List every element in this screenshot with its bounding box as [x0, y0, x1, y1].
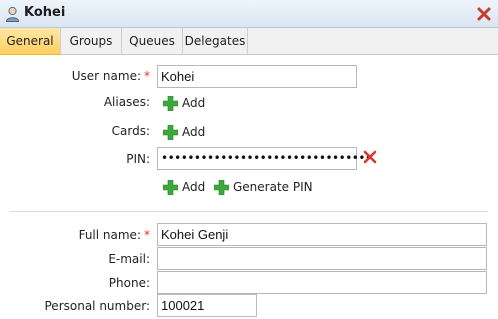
personal-number-label: Personal number:	[44, 299, 151, 313]
plus-icon	[163, 125, 178, 140]
pin-label: PIN:	[126, 152, 150, 166]
email-input[interactable]	[157, 247, 487, 270]
tab-queues[interactable]: Queues	[122, 28, 183, 55]
plus-icon	[163, 180, 178, 195]
close-icon[interactable]	[474, 4, 494, 24]
add-pin-label: Add	[182, 180, 206, 194]
phone-input[interactable]	[157, 271, 487, 294]
generate-pin-label: Generate PIN	[233, 180, 313, 194]
aliases-label: Aliases:	[103, 95, 150, 109]
tab-groups[interactable]: Groups	[61, 28, 122, 55]
generate-pin-button[interactable]: Generate PIN	[214, 179, 314, 197]
fullname-label-text: Full name:	[78, 228, 141, 242]
section-divider	[10, 211, 488, 212]
pin-input[interactable]: ••••••••••••••••••••••••••••••••	[157, 147, 372, 170]
window-titlebar: Kohei	[0, 0, 498, 28]
fullname-input[interactable]: Kohei Genji	[157, 223, 487, 246]
user-icon	[5, 6, 20, 22]
plus-icon	[214, 180, 229, 195]
add-alias-label: Add	[182, 96, 206, 110]
cards-label: Cards:	[111, 124, 150, 138]
username-label: User name: *	[2, 69, 150, 83]
add-card-label: Add	[182, 125, 206, 139]
plus-icon	[163, 96, 178, 111]
username-label-text: User name:	[71, 69, 141, 83]
delete-pin-icon[interactable]	[363, 150, 377, 164]
email-label: E-mail:	[108, 252, 150, 266]
tab-general[interactable]: General	[0, 28, 61, 55]
required-mark: *	[144, 69, 150, 83]
username-input[interactable]: Kohei	[157, 65, 357, 88]
personal-number-input[interactable]: 100021	[157, 294, 257, 317]
required-mark: *	[144, 228, 150, 242]
add-card-button[interactable]: Add	[163, 124, 213, 142]
window-title: Kohei	[24, 5, 66, 20]
phone-label: Phone:	[108, 276, 150, 290]
fullname-label: Full name: *	[2, 228, 150, 242]
tab-delegates[interactable]: Delegates	[183, 28, 248, 55]
add-alias-button[interactable]: Add	[163, 95, 213, 113]
add-pin-button[interactable]: Add	[163, 179, 213, 197]
tab-bar: General Groups Queues Delegates	[0, 28, 498, 55]
